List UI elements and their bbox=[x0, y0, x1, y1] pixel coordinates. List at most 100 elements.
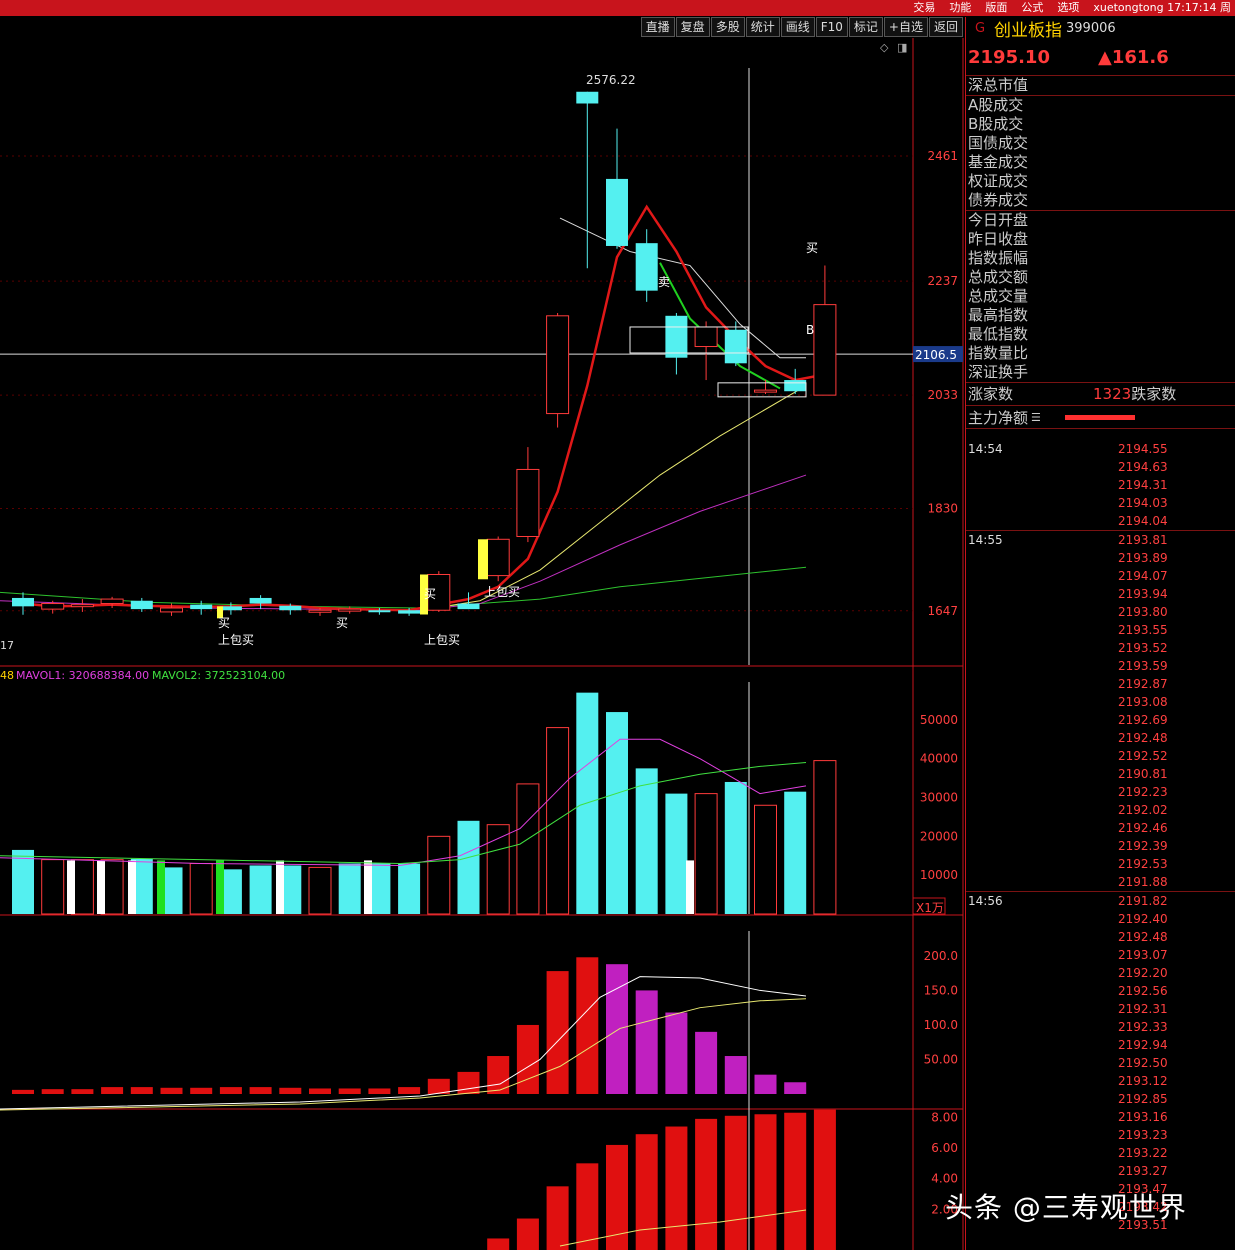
indicator-bar bbox=[219, 1087, 242, 1094]
volume-bar bbox=[249, 865, 272, 914]
declines-label: 跌家数 bbox=[1131, 385, 1177, 403]
menu-item[interactable]: 交易 bbox=[913, 0, 935, 16]
indicator-tick-label: 8.00 bbox=[931, 1110, 958, 1124]
menu-item[interactable]: 公式 bbox=[1021, 0, 1043, 16]
menu-item[interactable]: xuetongtong 17:17:14 周 bbox=[1093, 0, 1231, 16]
indicator-bar bbox=[695, 1118, 718, 1250]
crosshair-price-label: 2106.5 bbox=[915, 348, 957, 362]
menu-item[interactable]: 选项 bbox=[1057, 0, 1079, 16]
volume-bar bbox=[635, 768, 658, 914]
candle-body bbox=[516, 468, 540, 537]
toolbar-button[interactable]: 直播 bbox=[640, 17, 675, 37]
price-tick-label: 2033 bbox=[927, 388, 958, 402]
candle-body bbox=[635, 243, 658, 291]
tick-time: 14:55 bbox=[968, 533, 1003, 547]
tick-time bbox=[966, 928, 1118, 946]
volume-bar bbox=[694, 793, 718, 915]
tick-row: 2192.20 bbox=[966, 964, 1235, 982]
tick-time bbox=[966, 910, 1118, 928]
price-tick-label: 1647 bbox=[927, 604, 958, 618]
tick-price: 2193.16 bbox=[1118, 1110, 1168, 1124]
signal-label: 买 bbox=[336, 616, 348, 630]
tick-row: 14:54 2194.55 bbox=[966, 440, 1235, 458]
toolbar-button[interactable]: 多股 bbox=[710, 17, 745, 37]
tick-price: 2194.07 bbox=[1118, 569, 1168, 583]
tick-price: 2192.94 bbox=[1118, 1038, 1168, 1052]
volume-bar bbox=[308, 866, 332, 915]
volume-tick-label: 30000 bbox=[920, 791, 958, 805]
volume-bar bbox=[427, 835, 451, 915]
volume-bar bbox=[12, 849, 34, 914]
indicator-bar bbox=[546, 971, 569, 1094]
candle-body bbox=[279, 605, 302, 611]
candle-body bbox=[784, 380, 807, 392]
tick-row: 2193.12 bbox=[966, 1072, 1235, 1090]
tick-time bbox=[966, 1126, 1118, 1144]
signal-label: 买 bbox=[218, 616, 230, 630]
info-label: 最低指数 bbox=[968, 325, 1029, 343]
list-icon[interactable]: ☰ bbox=[1031, 411, 1041, 424]
kline-chart[interactable]: 246122372106.52033183016472576.2217买上包买买… bbox=[0, 38, 965, 1250]
panel-toggle-icon[interactable]: ◨ bbox=[897, 41, 907, 54]
tick-list[interactable]: 14:54 2194.55 2194.63 2194.31 2194.03 2194.04… bbox=[966, 440, 1235, 1234]
tick-price: 2192.31 bbox=[1118, 1002, 1168, 1016]
main-net-flow-row: 主力净额 ☰ bbox=[966, 406, 1235, 429]
tick-row: 2193.08 bbox=[966, 693, 1235, 711]
tick-row: 2194.31 bbox=[966, 476, 1235, 494]
tick-price: 2192.50 bbox=[1118, 1056, 1168, 1070]
volume-highlight-bar bbox=[128, 860, 136, 914]
toolbar-button[interactable]: +自选 bbox=[883, 17, 928, 37]
toolbar-button[interactable]: 画线 bbox=[780, 17, 815, 37]
signal-label: 买 bbox=[424, 587, 436, 601]
indicator-bar bbox=[309, 1088, 331, 1094]
indicator-bar bbox=[130, 1087, 153, 1094]
tick-row: 2193.80 bbox=[966, 603, 1235, 621]
toolbar-button[interactable]: F10 bbox=[815, 17, 848, 37]
volume-bar bbox=[665, 793, 688, 914]
volume-bar bbox=[754, 804, 777, 915]
indicator-bar bbox=[160, 1087, 183, 1094]
tick-time bbox=[966, 1108, 1118, 1126]
candle-body bbox=[368, 610, 391, 613]
tick-price: 2192.23 bbox=[1118, 785, 1168, 799]
candle-body bbox=[308, 609, 332, 613]
indicator-tick-label: 200.0 bbox=[924, 949, 958, 963]
price-tick-label: 2237 bbox=[927, 274, 958, 288]
tick-price: 2191.88 bbox=[1118, 875, 1168, 889]
info-label: 总成交量 bbox=[968, 287, 1029, 305]
volume-bar bbox=[398, 863, 421, 914]
indicator-bar bbox=[190, 1087, 213, 1094]
indicator-bar bbox=[635, 990, 658, 1094]
tick-time bbox=[966, 639, 1118, 657]
tick-time bbox=[966, 494, 1118, 512]
volume-bar bbox=[338, 863, 361, 914]
toolbar-button[interactable]: 统计 bbox=[745, 17, 780, 37]
tick-price: 2193.55 bbox=[1118, 623, 1168, 637]
tick-time bbox=[966, 585, 1118, 603]
menu-item[interactable]: 版面 bbox=[985, 0, 1007, 16]
tick-price: 2191.82 bbox=[1118, 894, 1168, 908]
toolbar-button[interactable]: 复盘 bbox=[675, 17, 710, 37]
tick-row: 2193.59 bbox=[966, 657, 1235, 675]
tick-price: 2192.52 bbox=[1118, 749, 1168, 763]
tick-time bbox=[966, 1018, 1118, 1036]
candle-body bbox=[576, 91, 599, 104]
tick-row: 2192.39 bbox=[966, 837, 1235, 855]
indicator-bar bbox=[41, 1089, 64, 1094]
tick-time bbox=[966, 458, 1118, 476]
toolbar-button[interactable]: 标记 bbox=[848, 17, 883, 37]
tick-time bbox=[966, 982, 1118, 1000]
tick-price: 2194.31 bbox=[1118, 478, 1168, 492]
tick-row: 2192.87 bbox=[966, 675, 1235, 693]
diamond-icon[interactable]: ◇ bbox=[880, 41, 889, 54]
tick-row: 2192.52 bbox=[966, 747, 1235, 765]
tick-time bbox=[966, 1054, 1118, 1072]
indicator-bar bbox=[606, 964, 628, 1094]
toolbar-button[interactable]: 返回 bbox=[928, 17, 963, 37]
menu-item[interactable]: 功能 bbox=[949, 0, 971, 16]
info-label: 指数振幅 bbox=[968, 249, 1029, 267]
tick-price: 2193.80 bbox=[1118, 605, 1168, 619]
tick-row: 2194.63 bbox=[966, 458, 1235, 476]
tick-row: 2192.02 bbox=[966, 801, 1235, 819]
volume-tick-label: 10000 bbox=[920, 868, 958, 882]
